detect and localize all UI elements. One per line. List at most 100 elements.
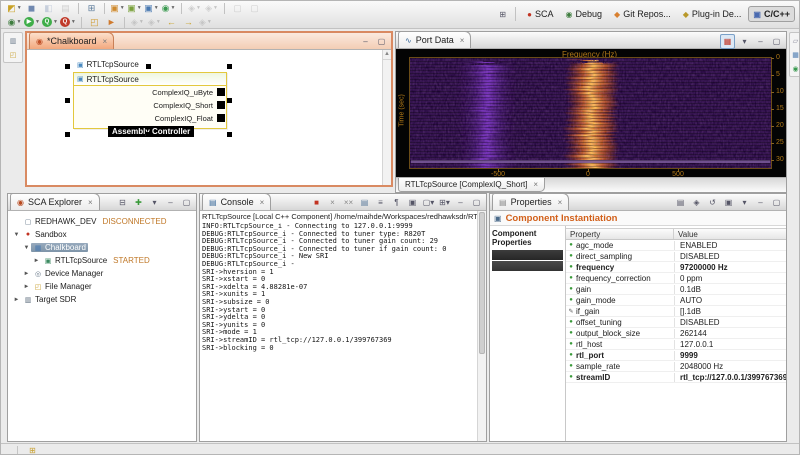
new-waveform-button[interactable]: ▣▼ bbox=[143, 2, 160, 15]
property-row-frequency[interactable]: ●frequency97200000 Hz bbox=[566, 262, 786, 273]
coverage-button[interactable]: Q▼ bbox=[41, 16, 59, 29]
scroll-up-icon[interactable]: ▲ bbox=[383, 50, 391, 60]
close-icon[interactable]: × bbox=[260, 198, 265, 207]
perspective-debug[interactable]: ◉Debug bbox=[561, 6, 608, 22]
property-row-direct_sampling[interactable]: ●direct_samplingDISABLED bbox=[566, 251, 786, 262]
tree-item-content[interactable]: ◰File Manager bbox=[31, 282, 94, 291]
canvas-scrollbar[interactable]: ▲ bbox=[382, 50, 391, 185]
maximize-button[interactable]: ▢ bbox=[770, 35, 783, 48]
property-value[interactable]: 127.0.0.1 bbox=[674, 340, 786, 349]
tree-item-sandbox[interactable]: ▼●Sandbox bbox=[8, 228, 196, 241]
remove-all-launches-button[interactable]: ×× bbox=[342, 196, 355, 209]
selection-handle[interactable] bbox=[227, 64, 232, 69]
view-menu-button[interactable]: ▾ bbox=[738, 35, 751, 48]
terminate-button[interactable]: ■ bbox=[310, 196, 323, 209]
perspective-cpp[interactable]: ▣C/C++ bbox=[748, 6, 795, 22]
property-row-if_gain[interactable]: ✎if_gain[].1dB bbox=[566, 306, 786, 317]
property-row-gain[interactable]: ●gain0.1dB bbox=[566, 284, 786, 295]
property-value[interactable]: 2048000 Hz bbox=[674, 362, 786, 371]
collapse-all-button[interactable]: ⊟ bbox=[116, 196, 129, 209]
forward-button[interactable]: → bbox=[180, 16, 197, 29]
property-value[interactable]: [].1dB bbox=[674, 307, 786, 316]
expander-icon[interactable]: ► bbox=[22, 284, 31, 290]
debug-button[interactable]: ◉▼ bbox=[6, 16, 23, 29]
pin-console-button[interactable]: ▣ bbox=[406, 196, 419, 209]
new-session-button[interactable]: ✚ bbox=[132, 196, 145, 209]
expander-icon[interactable]: ► bbox=[32, 258, 41, 264]
outline-view-icon[interactable]: ▦ bbox=[790, 49, 800, 60]
show-advanced-properties-button[interactable]: ◈ bbox=[690, 196, 703, 209]
scroll-lock-button[interactable]: ≡ bbox=[374, 196, 387, 209]
remove-launch-button[interactable]: × bbox=[326, 196, 339, 209]
selection-handle[interactable] bbox=[227, 98, 232, 103]
profile-button[interactable]: Q▼ bbox=[59, 16, 77, 29]
view-menu-button[interactable]: ▾ bbox=[148, 196, 161, 209]
minimized-folder-icon[interactable]: ◰ bbox=[8, 49, 19, 60]
selection-handle[interactable] bbox=[65, 132, 70, 137]
property-value[interactable]: DISABLED bbox=[674, 318, 786, 327]
expander-icon[interactable]: ► bbox=[22, 271, 31, 277]
property-value[interactable]: 0.1dB bbox=[674, 285, 786, 294]
property-value[interactable]: rtl_tcp://127.0.0.1/399767369 bbox=[674, 373, 786, 382]
property-row-rtl_port[interactable]: ●rtl_port9999 bbox=[566, 350, 786, 361]
property-row-frequency_correction[interactable]: ●frequency_correction0 ppm bbox=[566, 273, 786, 284]
open-resource-button[interactable]: ◰ bbox=[86, 16, 103, 29]
output-port[interactable]: ComplexIQ_Float bbox=[74, 112, 226, 125]
plot-settings-icon[interactable]: ◉ bbox=[790, 63, 800, 74]
perspective-git[interactable]: ◆Git Repos... bbox=[609, 6, 676, 22]
fast-view-icon[interactable]: ▱ bbox=[790, 35, 800, 46]
property-value[interactable]: 9999 bbox=[674, 351, 786, 360]
tab-console[interactable]: ▤ Console × bbox=[202, 193, 271, 210]
maximize-button[interactable]: ▢ bbox=[180, 196, 193, 209]
open-perspective-button[interactable]: ⊞ bbox=[496, 8, 509, 21]
column-header-property[interactable]: Property bbox=[566, 229, 674, 239]
tree-item-file-manager[interactable]: ►◰File Manager bbox=[8, 280, 196, 293]
tree-item-redhawk-dev[interactable]: ▢REDHAWK_DEVDISCONNECTED bbox=[8, 215, 196, 228]
open-console-button[interactable]: ⊞▾ bbox=[438, 196, 451, 209]
scrollbar-thumb[interactable] bbox=[479, 212, 485, 354]
property-row-gain_mode[interactable]: ●gain_modeAUTO bbox=[566, 295, 786, 306]
maximize-button[interactable]: ▢ bbox=[470, 196, 483, 209]
tree-item-chalkboard[interactable]: ▼▦Chalkboard bbox=[8, 241, 196, 254]
close-icon[interactable]: × bbox=[460, 36, 465, 45]
diagram-canvas[interactable]: ▣ RTLTcpSource ▣ RTLTcpSource ComplexIQ_… bbox=[27, 50, 391, 185]
selection-handle[interactable] bbox=[65, 64, 70, 69]
console-output[interactable]: INFO:RTLTcpSource_i - Connecting to 127.… bbox=[202, 223, 477, 441]
expander-icon[interactable]: ▼ bbox=[22, 245, 31, 251]
port-anchor-icon[interactable] bbox=[217, 114, 225, 122]
tab-port-data[interactable]: ∿ Port Data × bbox=[398, 31, 471, 48]
property-row-streamID[interactable]: ●streamIDrtl_tcp://127.0.0.1/399767369 bbox=[566, 372, 786, 383]
tree-item-target-sdr[interactable]: ►▥Target SDR bbox=[8, 293, 196, 306]
connect-button[interactable]: ► bbox=[103, 16, 120, 29]
tree-item-rtltcpsource[interactable]: ►▣RTLTcpSourceSTARTED bbox=[8, 254, 196, 267]
property-row-output_block_size[interactable]: ●output_block_size262144 bbox=[566, 328, 786, 339]
expander-icon[interactable]: ▼ bbox=[12, 232, 21, 238]
maximize-button[interactable]: ▢ bbox=[770, 196, 783, 209]
spectrogram-raster[interactable] bbox=[409, 57, 772, 169]
tree-item-content[interactable]: ▥Target SDR bbox=[21, 295, 78, 304]
property-row-sample_rate[interactable]: ●sample_rate2048000 Hz bbox=[566, 361, 786, 372]
expander-icon[interactable]: ► bbox=[12, 297, 21, 303]
raster-toggle-button[interactable]: ▦ bbox=[720, 34, 735, 49]
clear-console-button[interactable]: ▤ bbox=[358, 196, 371, 209]
pin-properties-button[interactable]: ▣ bbox=[722, 196, 735, 209]
tab-sca-explorer[interactable]: ◉ SCA Explorer × bbox=[10, 193, 100, 210]
spectrogram-plot[interactable]: Frequency (Hz) Time (sec) bbox=[396, 49, 786, 179]
show-categories-button[interactable]: ▤ bbox=[674, 196, 687, 209]
property-group-item[interactable] bbox=[492, 261, 563, 271]
output-port[interactable]: ComplexIQ_Short bbox=[74, 99, 226, 112]
open-element-button[interactable]: ⊞ bbox=[83, 2, 100, 15]
minimize-button[interactable]: – bbox=[754, 35, 767, 48]
back-button[interactable]: ← bbox=[163, 16, 180, 29]
new-node-button[interactable]: ◉▼ bbox=[160, 2, 177, 15]
property-value[interactable]: AUTO bbox=[674, 296, 786, 305]
rtltcpsource-component[interactable]: ▣ RTLTcpSource ComplexIQ_uByteComplexIQ_… bbox=[73, 72, 227, 129]
close-icon[interactable]: × bbox=[88, 198, 93, 207]
minimize-button[interactable]: – bbox=[359, 35, 372, 48]
console-scrollbar[interactable] bbox=[477, 211, 486, 441]
selection-handle[interactable] bbox=[227, 132, 232, 137]
property-value[interactable]: 97200000 Hz bbox=[674, 263, 786, 272]
minimized-view-icon[interactable]: ▥ bbox=[8, 35, 19, 46]
maximize-button[interactable]: ▢ bbox=[375, 35, 388, 48]
word-wrap-button[interactable]: ¶ bbox=[390, 196, 403, 209]
